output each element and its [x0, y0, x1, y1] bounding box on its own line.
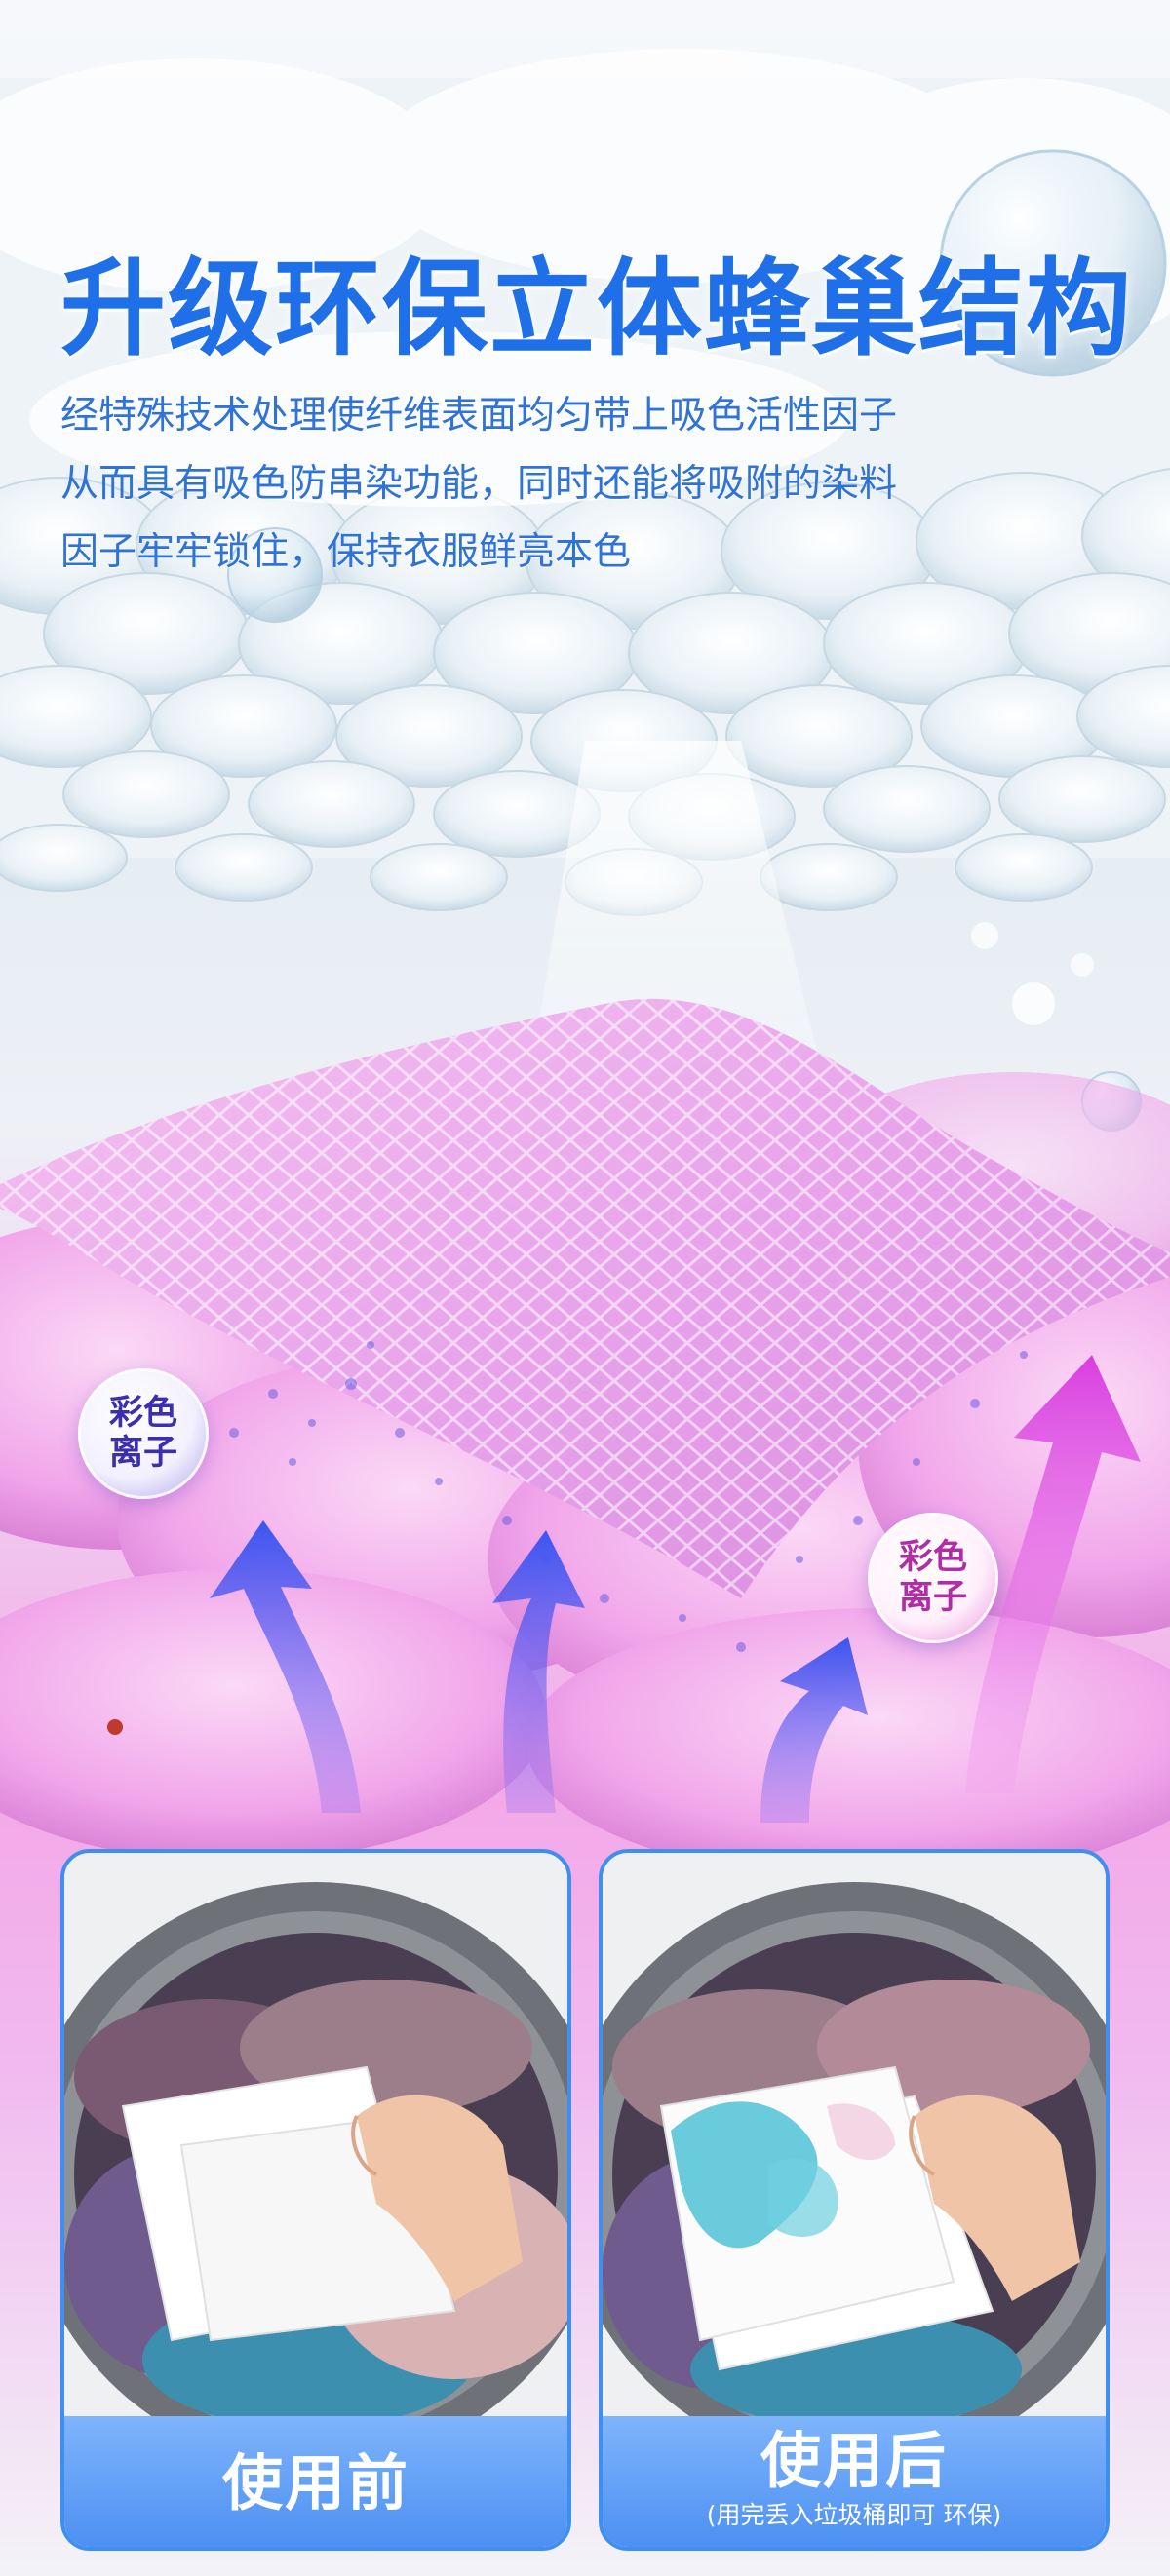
color-ion-badge-right: 彩色 离子: [868, 1513, 998, 1643]
badge-line: 彩色: [108, 1394, 177, 1433]
description-line: 从而具有吸色防串染功能，同时还能将吸附的染料: [60, 462, 898, 506]
after-label: 使用后: [760, 2425, 948, 2496]
after-card: 使用后 (用完丢入垃圾桶即可 环保): [599, 1849, 1110, 2551]
after-photo: [603, 1853, 1106, 2416]
before-label-bar: 使用前: [64, 2416, 567, 2547]
fabric-speck: [107, 1719, 123, 1735]
badge-line: 离子: [898, 1578, 967, 1617]
badge-line: 彩色: [898, 1538, 967, 1577]
badge-line: 离子: [108, 1434, 177, 1473]
before-label: 使用前: [221, 2447, 410, 2518]
before-card: 使用前: [60, 1849, 571, 2551]
before-photo: [64, 1853, 567, 2416]
after-label-bar: 使用后 (用完丢入垃圾桶即可 环保): [603, 2416, 1106, 2547]
description: 经特殊技术处理使纤维表面均匀带上吸色活性因子 从而具有吸色防串染功能，同时还能将…: [60, 382, 1094, 587]
description-line: 因子牢牢锁住，保持衣服鲜亮本色: [60, 530, 632, 574]
description-line: 经特殊技术处理使纤维表面均匀带上吸色活性因子: [60, 394, 898, 438]
product-banner: 升级环保立体蜂巢结构 经特殊技术处理使纤维表面均匀带上吸色活性因子 从而具有吸色…: [0, 0, 1170, 2576]
after-note: (用完丢入垃圾桶即可 环保): [706, 2501, 1002, 2529]
color-ion-badge-left: 彩色 离子: [78, 1368, 209, 1499]
headline: 升级环保立体蜂巢结构: [60, 249, 1134, 370]
